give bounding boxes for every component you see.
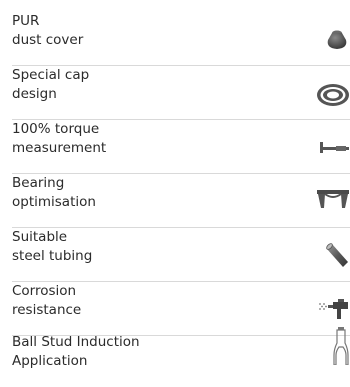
- spray-gun-icon: [319, 299, 348, 319]
- feature-title: Bearing: [12, 175, 65, 191]
- ball-stud-icon: [333, 327, 349, 365]
- feature-label: 100% torque measurement: [12, 120, 106, 158]
- dust-cap-icon: [327, 30, 347, 49]
- feature-title: 100% torque: [12, 121, 100, 137]
- feature-subtitle: design: [12, 86, 57, 102]
- feature-subtitle: measurement: [12, 140, 107, 156]
- feature-row-cap-design: Special cap design: [12, 66, 350, 120]
- feature-title: Suitable: [12, 229, 68, 245]
- feature-title: PUR: [12, 13, 40, 29]
- feature-label: Corrosion resistance: [12, 282, 81, 320]
- torque-wrench-icon: [320, 142, 349, 153]
- feature-title: Ball Stud Induction: [12, 334, 140, 350]
- feature-label: Special cap design: [12, 66, 89, 104]
- feature-subtitle: optimisation: [12, 194, 96, 210]
- feature-row-bearing: Bearing optimisation: [12, 174, 350, 228]
- feature-row-ball-stud: Ball Stud Induction Application: [12, 327, 350, 387]
- bearing-icon: [317, 190, 349, 208]
- feature-title: Corrosion: [12, 283, 77, 299]
- feature-row-dust-cover: PUR dust cover: [12, 12, 350, 66]
- feature-title: Special cap: [12, 67, 90, 83]
- feature-row-torque: 100% torque measurement: [12, 120, 350, 174]
- feature-label: Suitable steel tubing: [12, 228, 92, 266]
- feature-list: PUR dust cover Special cap design 100% t…: [0, 0, 350, 369]
- feature-subtitle: Application: [12, 353, 88, 369]
- feature-row-steel-tubing: Suitable steel tubing: [12, 228, 350, 282]
- feature-label: Ball Stud Induction Application: [12, 333, 140, 371]
- cap-ring-icon: [317, 84, 349, 106]
- feature-subtitle: dust cover: [12, 32, 84, 48]
- steel-tube-icon: [326, 243, 348, 267]
- feature-subtitle: steel tubing: [12, 248, 93, 264]
- feature-label: Bearing optimisation: [12, 174, 96, 212]
- feature-label: PUR dust cover: [12, 12, 83, 50]
- feature-subtitle: resistance: [12, 302, 82, 318]
- feature-row-corrosion: Corrosion resistance: [12, 282, 350, 336]
